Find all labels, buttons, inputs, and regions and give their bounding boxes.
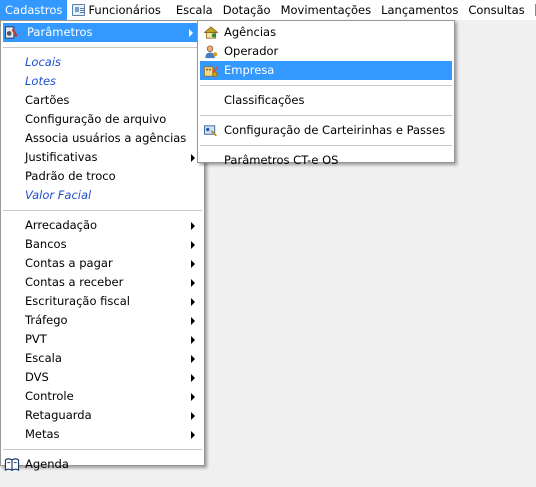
submenu-item-parametros-ctee[interactable]: Parâmetros CT-e OS: [200, 151, 452, 170]
submenu-item-carteirinhas[interactable]: Configuração de Carteirinhas e Passes: [200, 121, 452, 140]
menu-item-escrituracao-fiscal[interactable]: Escrituração fiscal: [1, 292, 204, 311]
pass-config-icon: [204, 125, 217, 137]
menu-item-locais[interactable]: Locais: [1, 53, 204, 72]
operator-icon: [205, 45, 218, 59]
menu-item-configuracao-arquivo[interactable]: Configuração de arquivo: [1, 110, 204, 129]
menu-escala[interactable]: Escala: [166, 0, 218, 20]
menu-bar: Cadastros Funcionários Escala Dotação Mo…: [0, 0, 536, 20]
menu-lancamentos[interactable]: Lançamentos: [376, 0, 463, 20]
company-icon: [204, 65, 218, 77]
submenu-item-classificacoes[interactable]: Classificações: [200, 91, 452, 110]
submenu-item-agencias[interactable]: Agências: [200, 23, 452, 42]
submenu-arrow-icon: [191, 355, 195, 363]
submenu-arrow-icon: [191, 241, 195, 249]
menu-item-associa-usuarios[interactable]: Associa usuários a agências: [1, 129, 204, 148]
submenu-arrow-icon: [191, 298, 195, 306]
menu-item-controle[interactable]: Controle: [1, 387, 204, 406]
submenu-arrow-icon: [191, 154, 195, 162]
menu-movimentacoes[interactable]: Movimentações: [276, 0, 377, 20]
menu-item-bancos[interactable]: Bancos: [1, 235, 204, 254]
submenu-arrow-icon: [191, 374, 195, 382]
menu-item-lotes[interactable]: Lotes: [1, 72, 204, 91]
separator: [200, 115, 452, 116]
menu-cadastros[interactable]: Cadastros: [0, 0, 68, 20]
menu-item-agenda[interactable]: Agenda: [1, 455, 204, 474]
separator: [3, 449, 202, 450]
menu-item-retaguarda[interactable]: Retaguarda: [1, 406, 204, 425]
submenu-arrow-icon: [191, 222, 195, 230]
menu-item-contas-pagar[interactable]: Contas a pagar: [1, 254, 204, 273]
parameters-tools-icon: [4, 26, 18, 39]
menu-dotacao[interactable]: Dotação: [218, 0, 276, 20]
parametros-submenu: Agências Operador Empresa Classificações: [197, 20, 455, 167]
menu-item-trafego[interactable]: Tráfego: [1, 311, 204, 330]
submenu-arrow-icon: [191, 279, 195, 287]
agenda-book-icon: [4, 458, 20, 472]
menu-item-cartoes[interactable]: Cartões: [1, 91, 204, 110]
submenu-arrow-icon: [189, 29, 193, 37]
separator: [3, 210, 202, 211]
menu-item-justificativas[interactable]: Justificativas: [1, 148, 204, 167]
employee-card-icon: [72, 4, 86, 16]
menu-item-metas[interactable]: Metas: [1, 425, 204, 444]
menu-item-dvs[interactable]: DVS: [1, 368, 204, 387]
menu-funcionarios[interactable]: Funcionários: [67, 0, 165, 20]
menu-item-contas-receber[interactable]: Contas a receber: [1, 273, 204, 292]
menu-item-padrao-troco[interactable]: Padrão de troco: [1, 167, 204, 186]
separator: [3, 47, 202, 48]
submenu-arrow-icon: [191, 317, 195, 325]
menu-consultas[interactable]: Consultas: [463, 0, 529, 20]
submenu-arrow-icon: [191, 260, 195, 268]
submenu-arrow-icon: [191, 393, 195, 401]
submenu-arrow-icon: [191, 336, 195, 344]
agencies-icon: [203, 26, 219, 39]
submenu-arrow-icon: [191, 412, 195, 420]
cadastros-menu: Parâmetros Locais Lotes Cartões Configur…: [0, 20, 205, 472]
menu-item-valor-facial[interactable]: Valor Facial: [1, 186, 204, 205]
menu-item-arrecadacao[interactable]: Arrecadação: [1, 216, 204, 235]
separator: [200, 85, 452, 86]
menu-extra[interactable]: [530, 0, 536, 20]
menu-item-pvt[interactable]: PVT: [1, 330, 204, 349]
menu-item-escala[interactable]: Escala: [1, 349, 204, 368]
submenu-arrow-icon: [191, 431, 195, 439]
submenu-item-operador[interactable]: Operador: [200, 42, 452, 61]
menu-item-parametros[interactable]: Parâmetros: [3, 23, 202, 42]
submenu-item-empresa[interactable]: Empresa: [200, 61, 452, 80]
separator: [200, 145, 452, 146]
